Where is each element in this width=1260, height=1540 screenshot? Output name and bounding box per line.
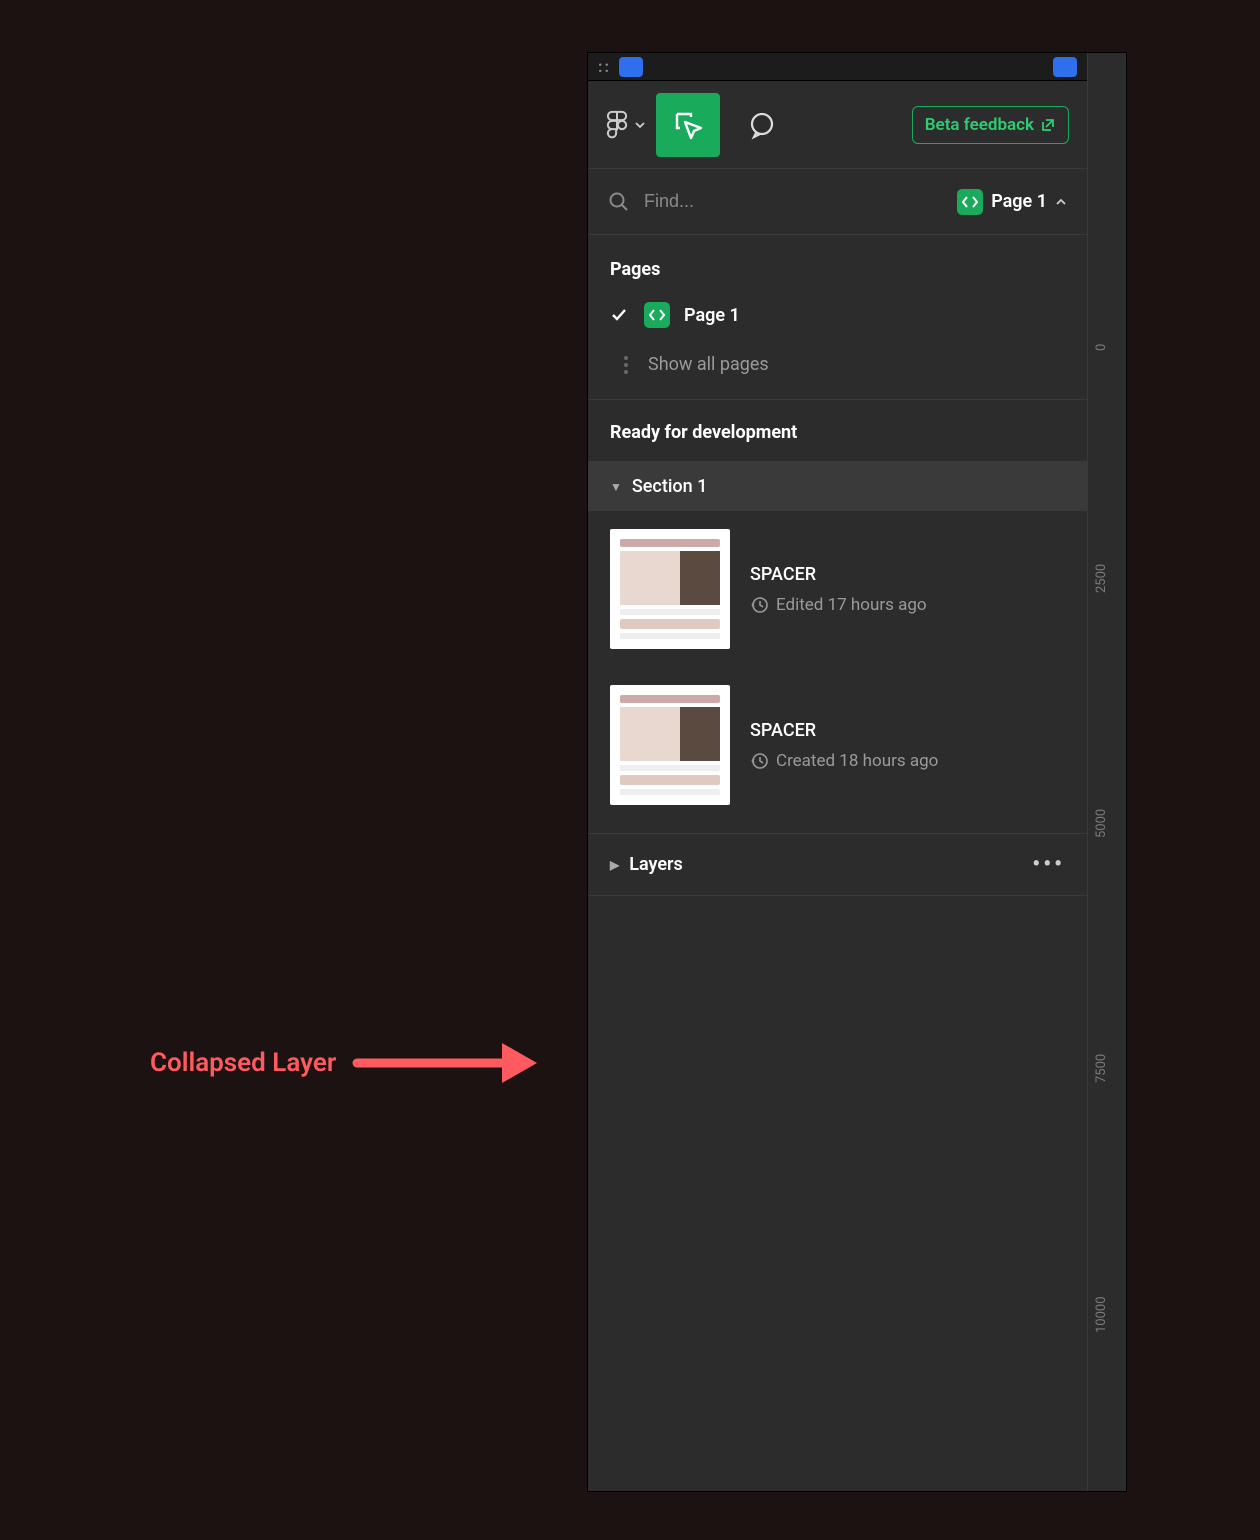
- frame-meta: Created 18 hours ago: [776, 751, 938, 771]
- check-icon: [610, 306, 630, 324]
- search-input[interactable]: [644, 191, 943, 212]
- vertical-ruler: 0 2500 5000 7500 10000: [1088, 53, 1126, 1491]
- ruler-tick: 5000: [1094, 809, 1109, 838]
- inspect-tool-button[interactable]: [656, 93, 720, 157]
- ruler-tick: 10000: [1094, 1296, 1109, 1333]
- page-selector[interactable]: Page 1: [957, 189, 1067, 215]
- ruler-tick: 0: [1094, 344, 1109, 351]
- frame-item-1[interactable]: SPACER Created 18 hours ago: [588, 667, 1087, 823]
- callout-annotation: Collapsed Layer: [150, 1035, 542, 1091]
- frame-name: SPACER: [750, 564, 927, 585]
- frame-meta: Edited 17 hours ago: [776, 595, 927, 615]
- show-all-label: Show all pages: [648, 354, 769, 375]
- more-icon[interactable]: •••: [1032, 852, 1065, 877]
- comment-icon: [747, 110, 777, 140]
- top-toolbar: Beta feedback: [588, 81, 1087, 169]
- left-panel: ::: [587, 52, 1127, 1492]
- inspect-icon: [671, 108, 705, 142]
- page-row-page1[interactable]: Page 1: [588, 294, 1087, 336]
- tab-blob-2[interactable]: [1053, 57, 1077, 77]
- triangle-down-icon: ▼: [610, 480, 622, 494]
- figma-menu-button[interactable]: [606, 110, 646, 140]
- frame-name: SPACER: [750, 720, 938, 741]
- beta-feedback-button[interactable]: Beta feedback: [912, 106, 1069, 144]
- thumbnail: [610, 529, 730, 649]
- page-name-label: Page 1: [684, 305, 740, 326]
- section-label: Section 1: [632, 476, 707, 497]
- search-row: Page 1: [588, 169, 1087, 235]
- ruler-tick: 7500: [1094, 1054, 1109, 1083]
- dev-mode-badge-icon: [644, 302, 670, 328]
- window-tab-strip: ::: [588, 53, 1087, 81]
- tab-blob-1[interactable]: [619, 57, 643, 77]
- tab-dots: ::: [598, 57, 611, 76]
- triangle-right-icon: ▶: [610, 858, 619, 872]
- dev-mode-badge-icon: [957, 189, 983, 215]
- frame-item-0[interactable]: SPACER Edited 17 hours ago: [588, 511, 1087, 667]
- layers-label: Layers: [629, 854, 683, 875]
- layers-collapse-row[interactable]: ▶ Layers •••: [588, 834, 1087, 896]
- panel-content: ::: [588, 53, 1088, 1491]
- section-items: SPACER Edited 17 hours ago SPACER: [588, 511, 1087, 834]
- history-icon: [750, 752, 768, 770]
- thumbnail: [610, 685, 730, 805]
- chevron-up-icon: [1055, 196, 1067, 208]
- beta-feedback-label: Beta feedback: [925, 115, 1034, 135]
- vertical-dots-icon: [624, 356, 628, 374]
- chevron-down-icon: [634, 119, 646, 131]
- ruler-tick: 2500: [1094, 564, 1109, 593]
- arrow-icon: [352, 1035, 542, 1091]
- history-icon: [750, 596, 768, 614]
- page-chip-label: Page 1: [991, 191, 1047, 212]
- pages-header: Pages: [588, 235, 1087, 294]
- annotation-label: Collapsed Layer: [150, 1048, 336, 1078]
- show-all-pages-button[interactable]: Show all pages: [588, 336, 1087, 400]
- search-icon: [608, 191, 630, 213]
- external-link-icon: [1040, 117, 1056, 133]
- section-1-row[interactable]: ▼ Section 1: [588, 462, 1087, 511]
- comment-tool-button[interactable]: [730, 93, 794, 157]
- ready-for-dev-header: Ready for development: [588, 400, 1087, 462]
